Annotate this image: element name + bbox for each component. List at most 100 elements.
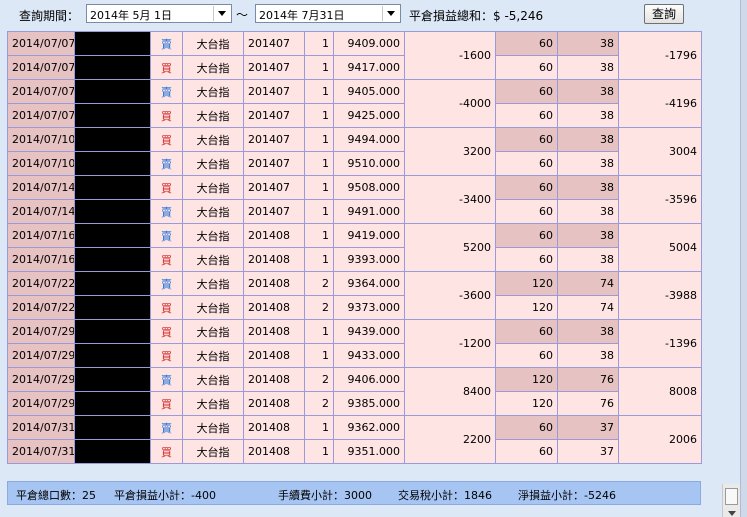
net-pnl: 5004 [618,223,702,272]
close-pnl: -1600 [404,31,496,80]
trade-date: 2014/07/07 [7,31,75,56]
query-button[interactable]: 查詢 [644,4,684,24]
start-date-value: 2014年 5月 1日 [90,9,172,22]
contract-month: 201407 [243,103,305,128]
trade-price: 9373.000 [333,295,405,320]
table-row[interactable]: 2014/07/29 買大台指 201408 1 9433.000 60 38 [7,343,702,368]
trade-fee: 60 [495,247,558,272]
end-date-picker[interactable]: 2014年 7月31日 [255,4,401,23]
account-redacted [74,295,151,320]
trade-qty: 1 [304,343,334,368]
trade-fee: 60 [495,223,558,248]
table-row[interactable]: 2014/07/07 買大台指 201407 1 9417.000 60 38 [7,55,702,80]
trade-tax: 37 [557,439,619,464]
account-redacted [74,151,151,176]
trade-fee: 120 [495,295,558,320]
trade-price: 9409.000 [333,31,405,56]
trade-qty: 2 [304,295,334,320]
trade-fee: 60 [495,343,558,368]
account-redacted [74,103,151,128]
trade-fee: 60 [495,103,558,128]
table-row[interactable]: 2014/07/07 買大台指 201407 1 9425.000 60 38 [7,103,702,128]
account-redacted [74,367,151,392]
tax-subtotal: 交易稅小計：1846 [398,489,492,502]
trade-tax: 38 [557,223,619,248]
account-redacted [74,439,151,464]
net-pnl: 8008 [618,367,702,416]
account-redacted [74,391,151,416]
close-pnl: -3600 [404,271,496,320]
contract-month: 201408 [243,391,305,416]
net-pnl: 2006 [618,415,702,464]
trade-qty: 1 [304,199,334,224]
trade-tax: 38 [557,151,619,176]
trade-tax: 38 [557,247,619,272]
table-row[interactable]: 2014/07/14 賣大台指 201407 1 9491.000 60 38 [7,199,702,224]
start-date-picker[interactable]: 2014年 5月 1日 [86,4,232,23]
trade-price: 9405.000 [333,79,405,104]
table-row[interactable]: 2014/07/07 賣大台指 201407 1 9405.000 -4000 60 38 -4… [7,79,702,128]
trade-side: 買 [150,247,183,272]
contract-month: 201407 [243,199,305,224]
trade-date: 2014/07/16 [7,223,75,248]
table-row[interactable]: 2014/07/16 賣大台指 201408 1 9419.000 5200 60 38 500… [7,223,702,272]
trade-date: 2014/07/29 [7,391,75,416]
product-name: 大台指 [182,415,244,440]
trade-tax: 37 [557,415,619,440]
trade-date: 2014/07/22 [7,271,75,296]
product-name: 大台指 [182,295,244,320]
table-row[interactable]: 2014/07/29 買大台指 201408 1 9439.000 -1200 60 38 -1… [7,319,702,368]
query-toolbar: 查詢期間： 2014年 5月 1日 ～ 2014年 7月31日 平倉損益總和：$… [0,0,747,28]
total-pnl-label: 平倉損益總和：$ -5,246 [409,9,544,23]
product-name: 大台指 [182,151,244,176]
trade-fee: 60 [495,31,558,56]
horizontal-scrollbar[interactable] [722,484,741,517]
fee-subtotal: 手續費小計：3000 [278,489,372,502]
table-row[interactable]: 2014/07/31 買大台指 201408 1 9351.000 60 37 [7,439,702,464]
trade-price: 9510.000 [333,151,405,176]
table-row[interactable]: 2014/07/07 賣大台指 201407 1 9409.000 -1600 60 38 -1… [7,31,702,80]
trade-table: 2014/07/07 賣大台指 201407 1 9409.000 -1600 60 38 -1… [7,31,702,464]
table-row[interactable]: 2014/07/31 賣大台指 201408 1 9362.000 2200 60 37 200… [7,415,702,464]
contract-month: 201408 [243,439,305,464]
table-row[interactable]: 2014/07/10 買大台指 201407 1 9494.000 3200 60 38 300… [7,127,702,176]
account-redacted [74,223,151,248]
trade-tax: 38 [557,103,619,128]
net-pnl: -4196 [618,79,702,128]
trade-tax: 38 [557,199,619,224]
product-name: 大台指 [182,175,244,200]
chevron-down-icon[interactable] [382,6,399,21]
table-row[interactable]: 2014/07/22 賣大台指 201408 2 9364.000 -3600 120 74-… [7,271,702,320]
table-row[interactable]: 2014/07/14 買大台指 201407 1 9508.000 -3400 60 38 -3… [7,175,702,224]
trade-qty: 1 [304,223,334,248]
contract-month: 201407 [243,151,305,176]
trade-date: 2014/07/10 [7,151,75,176]
product-name: 大台指 [182,199,244,224]
table-row[interactable]: 2014/07/22 買大台指 201408 2 9373.000 120 74 [7,295,702,320]
account-redacted [74,55,151,80]
contract-month: 201408 [243,319,305,344]
trade-qty: 1 [304,79,334,104]
table-row[interactable]: 2014/07/29 買大台指 201408 2 9385.000 120 76 [7,391,702,416]
trade-fee: 60 [495,151,558,176]
contract-month: 201407 [243,31,305,56]
trade-fee: 60 [495,415,558,440]
contract-month: 201408 [243,367,305,392]
scroll-down-arrow-icon[interactable] [728,511,736,516]
scrollbar-thumb[interactable] [725,488,738,505]
trade-date: 2014/07/29 [7,343,75,368]
trade-tax: 38 [557,319,619,344]
trade-fee: 120 [495,271,558,296]
trade-price: 9425.000 [333,103,405,128]
table-row[interactable]: 2014/07/29 賣大台指 201408 2 9406.000 8400 120 76 80… [7,367,702,416]
contract-month: 201408 [243,223,305,248]
trade-date: 2014/07/29 [7,319,75,344]
table-row[interactable]: 2014/07/16 買大台指 201408 1 9393.000 60 38 [7,247,702,272]
close-pnl: -4000 [404,79,496,128]
trade-fee: 60 [495,55,558,80]
contract-month: 201407 [243,127,305,152]
account-redacted [74,127,151,152]
table-row[interactable]: 2014/07/10 賣大台指 201407 1 9510.000 60 38 [7,151,702,176]
trade-fee: 60 [495,127,558,152]
chevron-down-icon[interactable] [213,6,230,21]
